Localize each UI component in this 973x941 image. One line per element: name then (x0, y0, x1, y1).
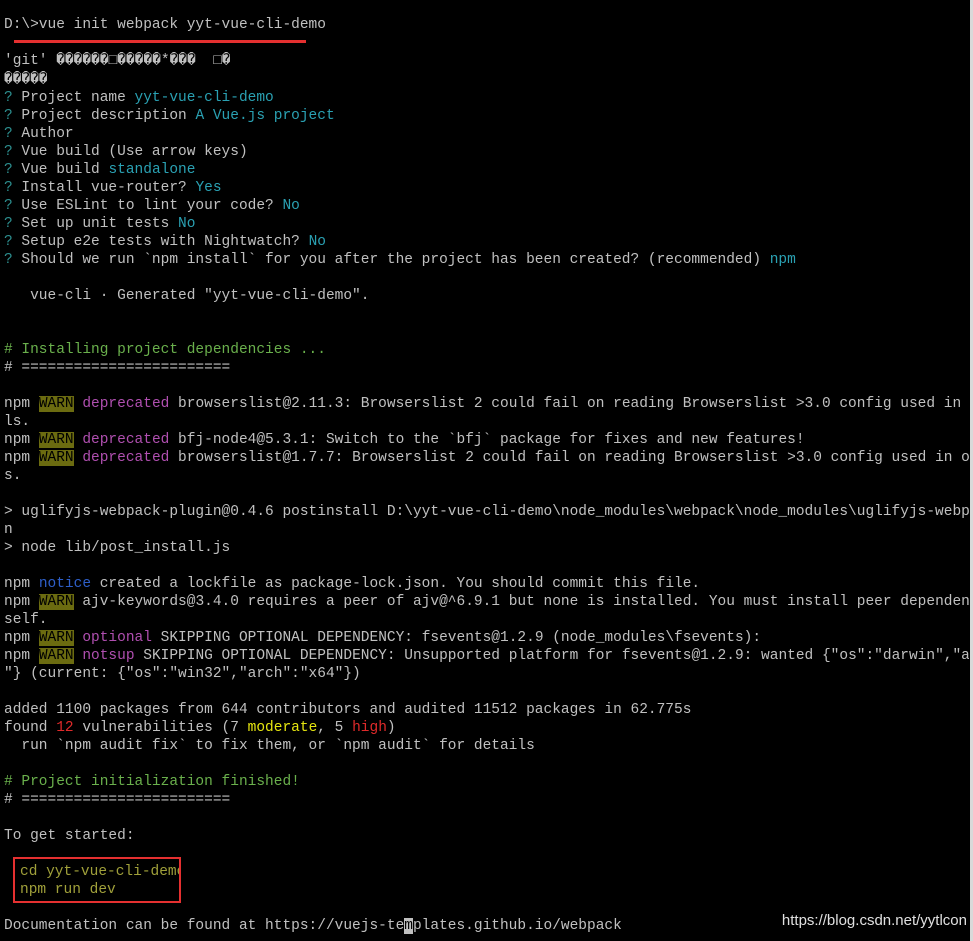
notice-badge: notice (38, 576, 92, 592)
question-mark-icon: ? (4, 234, 13, 250)
postinstall-line: > node lib/post_install.js (4, 540, 231, 556)
garbled-line: ����� (4, 72, 48, 88)
prompt-question: ? Set up unit tests No (4, 216, 196, 232)
garbled-line: 'git' ������□�����*��� □� (4, 53, 231, 69)
prompt-question: ? Project name yyt-vue-cli-demo (4, 90, 274, 106)
question-mark-icon: ? (4, 252, 13, 268)
red-underline-annotation (14, 40, 306, 43)
prompt-question: ? Project description A Vue.js project (4, 108, 335, 124)
npm-warn-line: npm WARN deprecated browserslist@2.11.3:… (4, 396, 969, 412)
text-cursor: m (404, 918, 413, 934)
added-summary: added 1100 packages from 644 contributor… (4, 702, 692, 718)
prompt-command: D:\>vue init webpack yyt-vue-cli-demo (4, 17, 326, 33)
prompt-question: ? Vue build (Use arrow keys) (4, 144, 248, 160)
npm-warn-line: npm WARN optional SKIPPING OPTIONAL DEPE… (4, 630, 762, 646)
warn-badge: WARN (38, 450, 74, 466)
prompt-question: ? Vue build standalone (4, 162, 196, 178)
generated-message: vue-cli · Generated "yyt-vue-cli-demo". (4, 288, 370, 304)
question-mark-icon: ? (4, 90, 13, 106)
installing-heading: # Installing project dependencies ... (4, 342, 326, 358)
question-mark-icon: ? (4, 180, 13, 196)
question-mark-icon: ? (4, 198, 13, 214)
red-box-annotation (13, 857, 181, 903)
watermark: https://blog.csdn.net/yytlcon (781, 912, 967, 929)
npm-warn-line: ls. (4, 414, 31, 430)
npm-warn-line: npm WARN notsup SKIPPING OPTIONAL DEPEND… (4, 648, 969, 664)
prompt-question: ? Install vue-router? Yes (4, 180, 222, 196)
prompt-question: ? Use ESLint to lint your code? No (4, 198, 300, 214)
npm-warn-line: npm WARN deprecated browserslist@1.7.7: … (4, 450, 969, 466)
terminal-window[interactable]: D:\>vue init webpack yyt-vue-cli-demo 'g… (4, 0, 973, 941)
audit-hint: run `npm audit fix` to fix them, or `npm… (4, 738, 535, 754)
npm-warn-line: "} (current: {"os":"win32","arch":"x64"}… (4, 666, 361, 682)
question-mark-icon: ? (4, 144, 13, 160)
question-mark-icon: ? (4, 108, 13, 124)
warn-badge: WARN (38, 630, 74, 646)
question-mark-icon: ? (4, 162, 13, 178)
get-started-label: To get started: (4, 828, 135, 844)
npm-warn-line: self. (4, 612, 48, 628)
command-line: D:\>vue init webpack yyt-vue-cli-demo (4, 16, 969, 34)
postinstall-line: n (4, 522, 13, 538)
postinstall-line: > uglifyjs-webpack-plugin@0.4.6 postinst… (4, 504, 969, 520)
question-mark-icon: ? (4, 126, 13, 142)
npm-warn-line: npm WARN deprecated bfj-node4@5.3.1: Swi… (4, 432, 805, 448)
documentation-line: Documentation can be found at https://vu… (4, 918, 622, 934)
prompt-question: ? Should we run `npm install` for you af… (4, 252, 796, 268)
vulnerabilities-summary: found 12 vulnerabilities (7 moderate, 5 … (4, 720, 396, 736)
npm-warn-line: npm WARN ajv-keywords@3.4.0 requires a p… (4, 594, 969, 610)
question-mark-icon: ? (4, 216, 13, 232)
prompt-question: ? Setup e2e tests with Nightwatch? No (4, 234, 326, 250)
prompt-question: ? Author (4, 126, 74, 142)
warn-badge: WARN (38, 594, 74, 610)
warn-badge: WARN (38, 432, 74, 448)
npm-warn-line: s. (4, 468, 22, 484)
npm-notice-line: npm notice created a lockfile as package… (4, 576, 701, 592)
finished-rule: # ======================== (4, 792, 231, 808)
installing-rule: # ======================== (4, 360, 231, 376)
warn-badge: WARN (38, 396, 74, 412)
finished-heading: # Project initialization finished! (4, 774, 300, 790)
warn-badge: WARN (38, 648, 74, 664)
